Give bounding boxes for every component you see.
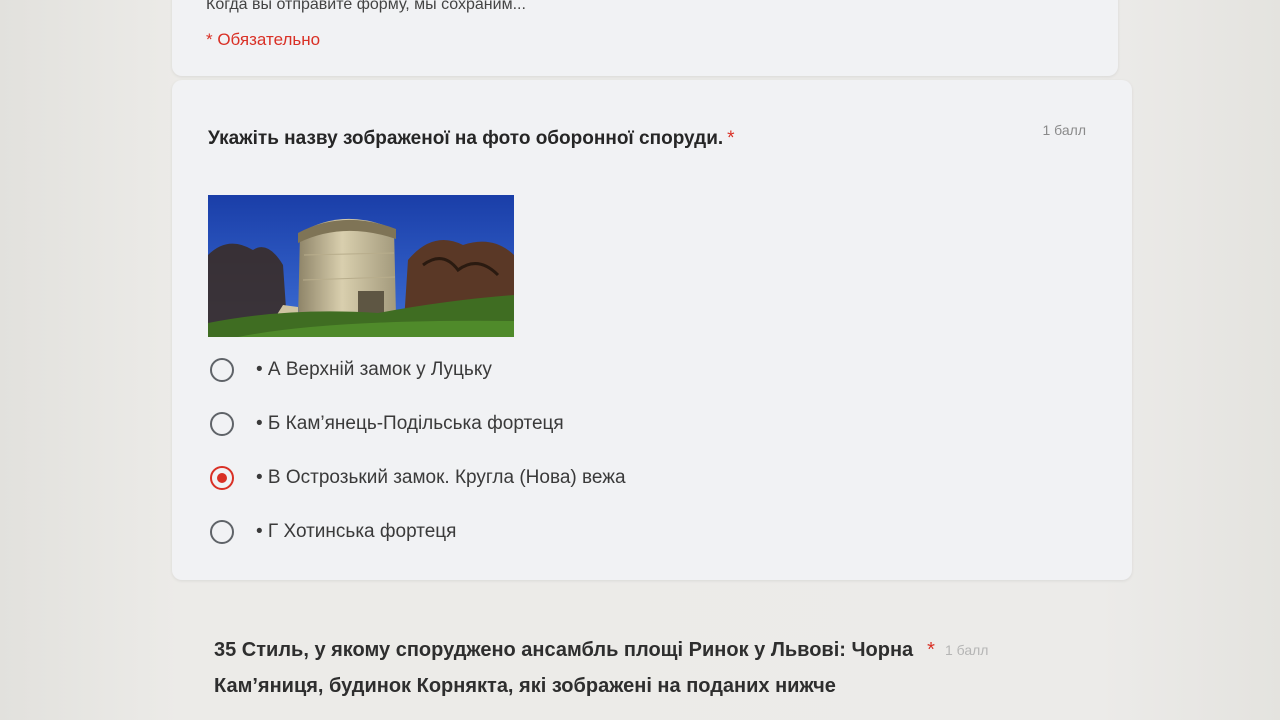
option-label: • А Верхній замок у Луцьку: [256, 359, 492, 380]
radio-dot: [217, 473, 227, 483]
option-label: • Г Хотинська фортеця: [256, 521, 457, 542]
next-question-points: 1 балл: [944, 642, 989, 658]
next-question-first-line: 35 Стиль, у якому споруджено ансамбль пл…: [214, 632, 1094, 668]
required-star: *: [927, 639, 935, 661]
option-label: • Б Кам’янець-Подільська фортеця: [256, 413, 564, 434]
radio-button-selected[interactable]: [210, 466, 234, 490]
radio-button[interactable]: [210, 520, 234, 544]
radio-button[interactable]: [210, 358, 234, 382]
page: Когда вы отправите форму, мы сохраним...…: [0, 0, 1280, 720]
required-star: *: [727, 128, 735, 149]
next-question-line2: Кам’яниця, будинок Корнякта, які зображе…: [214, 675, 836, 697]
next-question-title: 35 Стиль, у якому споруджено ансамбль пл…: [214, 632, 1094, 704]
question-points: 1 балл: [1042, 122, 1087, 138]
next-question-line1: 35 Стиль, у якому споруджено ансамбль пл…: [214, 639, 914, 661]
castle-tower-photo: [208, 195, 514, 337]
form-header-card: Когда вы отправите форму, мы сохраним...…: [172, 0, 1118, 76]
option-a[interactable]: • А Верхній замок у Луцьку: [210, 355, 492, 385]
question-card: Укажіть назву зображеної на фото оборонн…: [172, 80, 1132, 580]
option-b[interactable]: • Б Кам’янець-Подільська фортеця: [210, 409, 564, 439]
option-label: • В Острозький замок. Кругла (Нова) вежа: [256, 467, 626, 488]
question-title: Укажіть назву зображеної на фото оборонн…: [208, 128, 735, 150]
option-c[interactable]: • В Острозький замок. Кругла (Нова) вежа: [210, 463, 626, 493]
required-note: * Обязательно: [206, 30, 321, 49]
option-d[interactable]: • Г Хотинська фортеця: [210, 517, 456, 547]
question-title-text: Укажіть назву зображеної на фото оборонн…: [208, 128, 724, 149]
form-intro-text: Когда вы отправите форму, мы сохраним...: [206, 0, 526, 13]
radio-button[interactable]: [210, 412, 234, 436]
